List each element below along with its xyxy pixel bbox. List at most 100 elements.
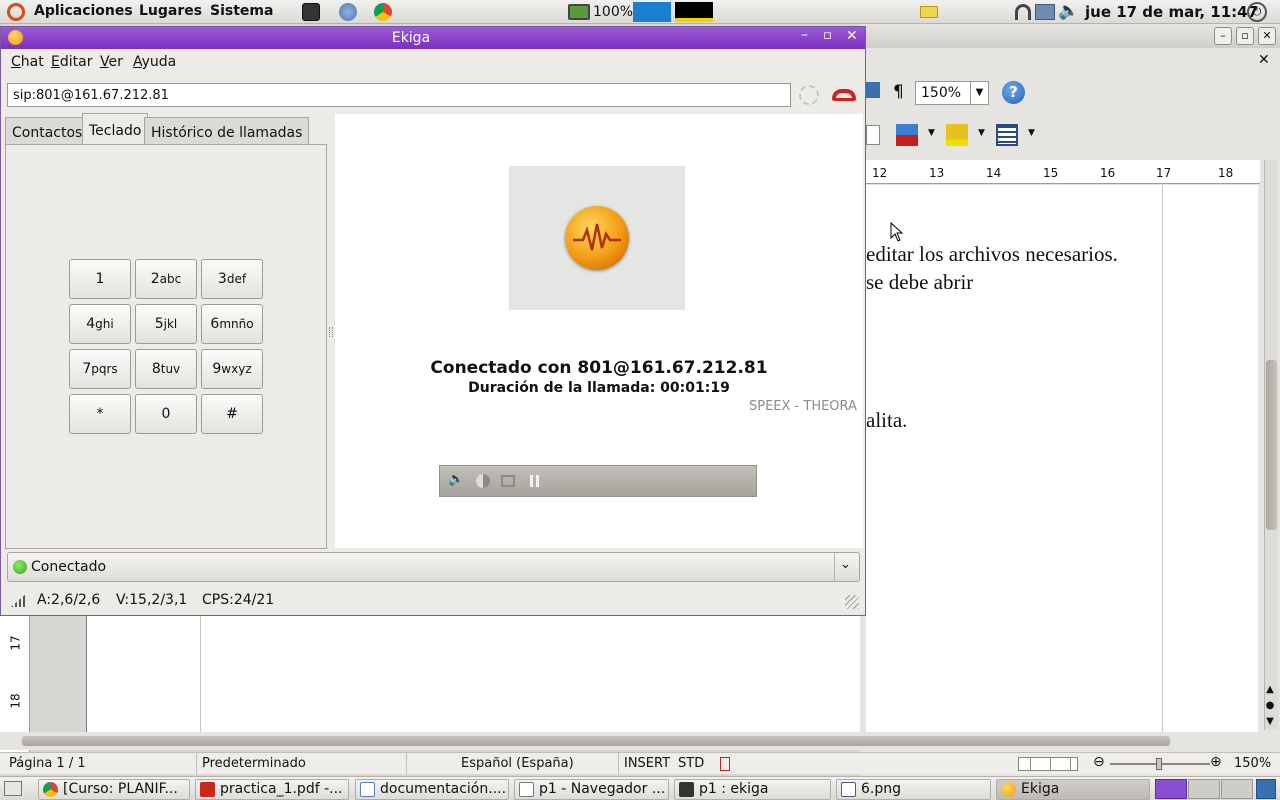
key-star[interactable]: *: [69, 394, 131, 434]
key-4[interactable]: 4ghi: [69, 304, 131, 344]
hscroll-thumb[interactable]: [22, 736, 1170, 746]
call-icon[interactable]: [799, 85, 819, 105]
video-stats: V:15,2/3,1: [116, 592, 188, 608]
contacts-launcher-icon[interactable]: [339, 3, 357, 21]
zoom-in-icon[interactable]: ⊕: [1210, 754, 1222, 770]
insert-mode[interactable]: INSERT: [624, 756, 670, 771]
key-3[interactable]: 3def: [201, 259, 263, 299]
notes-icon[interactable]: [920, 6, 938, 18]
ubuntu-logo-icon[interactable]: [7, 3, 25, 21]
taskbar-item[interactable]: 6.png: [836, 779, 991, 800]
help-icon[interactable]: ?: [1002, 81, 1025, 104]
workspace-2[interactable]: [1188, 779, 1220, 799]
font-color-icon[interactable]: [946, 124, 968, 146]
key-2[interactable]: 2abc: [135, 259, 197, 299]
menu-ver[interactable]: Ver: [100, 54, 123, 70]
ekiga-minimize-button[interactable]: –: [801, 27, 808, 43]
ekiga-maximize-button[interactable]: ▫: [823, 28, 832, 43]
key-8[interactable]: 8tuv: [135, 349, 197, 389]
page-indicator[interactable]: Página 1 / 1: [9, 756, 86, 771]
writer-minimize-button[interactable]: –: [1214, 27, 1232, 45]
taskbar-item-active[interactable]: Ekiga: [996, 779, 1150, 800]
chrome-launcher-icon[interactable]: [374, 3, 392, 21]
menu-aplicaciones[interactable]: Aplicaciones: [34, 3, 133, 19]
key-7[interactable]: 7pqrs: [69, 349, 131, 389]
key-5[interactable]: 5jkl: [135, 304, 197, 344]
workspace-1[interactable]: [1155, 779, 1187, 799]
document-page-lower[interactable]: [86, 616, 860, 732]
terminal-launcher-icon[interactable]: [302, 3, 320, 21]
paragraph-bg-dropdown-icon[interactable]: ▼: [1028, 128, 1035, 138]
statusbar-zoom[interactable]: 150%: [1234, 756, 1271, 771]
power-icon[interactable]: ⏻: [1247, 2, 1267, 22]
taskbar-item[interactable]: [Curso: PLANIF...: [38, 779, 190, 800]
ekiga-titlebar[interactable]: Ekiga – ▫ ✕: [1, 27, 865, 49]
tab-historico[interactable]: Histórico de llamadas: [144, 117, 310, 145]
language-indicator[interactable]: Español (España): [461, 756, 574, 771]
chevron-down-icon[interactable]: ▼: [970, 82, 988, 104]
align-icon[interactable]: [866, 125, 880, 145]
menu-lugares[interactable]: Lugares: [139, 3, 202, 19]
video-display: [509, 166, 685, 310]
scrollbar-thumb[interactable]: [1266, 360, 1277, 530]
writer-close-button[interactable]: ✕: [1258, 27, 1276, 45]
video-settings-icon[interactable]: [476, 474, 490, 488]
zoom-slider[interactable]: [1110, 758, 1210, 770]
writer-doc-close-icon[interactable]: ✕: [1258, 52, 1270, 68]
show-desktop-icon[interactable]: [4, 781, 22, 796]
document-page[interactable]: editar los archivos necesarios. se debe …: [866, 185, 1162, 733]
cpu-monitor-graph[interactable]: [633, 2, 671, 22]
taskbar-item[interactable]: practica_1.pdf -...: [195, 779, 349, 800]
headphones-icon[interactable]: [1015, 4, 1031, 20]
page-nav-buttons[interactable]: ▲ ● ▼: [1262, 682, 1278, 732]
pause-icon[interactable]: [530, 475, 539, 487]
vertical-scrollbar[interactable]: [1264, 160, 1278, 730]
tab-teclado[interactable]: Teclado: [82, 113, 149, 145]
zoom-combo[interactable]: 150% ▼: [915, 81, 989, 105]
resize-grip[interactable]: [845, 595, 859, 609]
key-9[interactable]: 9wxyz: [201, 349, 263, 389]
paragraph-bg-icon[interactable]: [996, 124, 1018, 146]
menu-ayuda[interactable]: Ayuda: [133, 54, 176, 70]
key-1[interactable]: 1: [69, 259, 131, 299]
horizontal-ruler[interactable]: 12 13 14 15 16 17 18: [866, 160, 1260, 184]
zoom-slider-thumb[interactable]: [1156, 758, 1162, 770]
pilcrow-icon[interactable]: ¶: [893, 82, 904, 102]
taskbar-item[interactable]: p1 : ekiga: [674, 779, 831, 800]
taskbar-item[interactable]: documentación....: [355, 779, 509, 800]
trash-icon[interactable]: [1256, 779, 1276, 799]
video-preview-icon[interactable]: [501, 475, 515, 487]
audio-settings-icon[interactable]: 🔈: [448, 472, 464, 487]
taskbar-item[interactable]: p1 - Navegador ...: [514, 779, 669, 800]
menu-editar[interactable]: Editar: [51, 54, 92, 70]
sip-uri-input[interactable]: sip:801@161.67.212.81: [7, 83, 791, 107]
horizontal-scrollbar[interactable]: [0, 732, 1264, 750]
hangup-icon[interactable]: [832, 89, 856, 101]
selection-mode[interactable]: STD: [678, 756, 704, 771]
workspace-3[interactable]: [1221, 779, 1253, 799]
menu-chat[interactable]: Chat: [11, 54, 44, 70]
pane-divider-handle[interactable]: [329, 327, 333, 337]
network-icon[interactable]: [1035, 4, 1055, 20]
volume-icon[interactable]: 🔈: [1058, 1, 1079, 21]
writer-maximize-button[interactable]: ▫: [1236, 27, 1254, 45]
page-style[interactable]: Predeterminado: [202, 756, 306, 771]
battery-icon[interactable]: [568, 4, 590, 20]
presence-selector[interactable]: Conectado ⌄: [7, 552, 860, 582]
navigator-icon[interactable]: [866, 82, 880, 98]
key-6[interactable]: 6mnño: [201, 304, 263, 344]
panel-clock[interactable]: jue 17 de mar, 11:47: [1085, 3, 1258, 21]
tab-contactos[interactable]: Contactos: [5, 117, 90, 145]
highlight-color-icon[interactable]: [896, 124, 918, 146]
ruler-number: 16: [1100, 166, 1116, 180]
ekiga-close-button[interactable]: ✕: [846, 28, 858, 44]
key-hash[interactable]: #: [201, 394, 263, 434]
font-color-dropdown-icon[interactable]: ▼: [978, 128, 985, 138]
menu-sistema[interactable]: Sistema: [210, 3, 273, 19]
key-0[interactable]: 0: [135, 394, 197, 434]
highlight-dropdown-icon[interactable]: ▼: [928, 128, 935, 138]
view-layout-icons[interactable]: [1018, 757, 1078, 771]
chevron-down-icon[interactable]: ⌄: [840, 557, 851, 572]
zoom-out-icon[interactable]: ⊖: [1093, 754, 1105, 770]
network-monitor-graph[interactable]: [675, 2, 713, 22]
